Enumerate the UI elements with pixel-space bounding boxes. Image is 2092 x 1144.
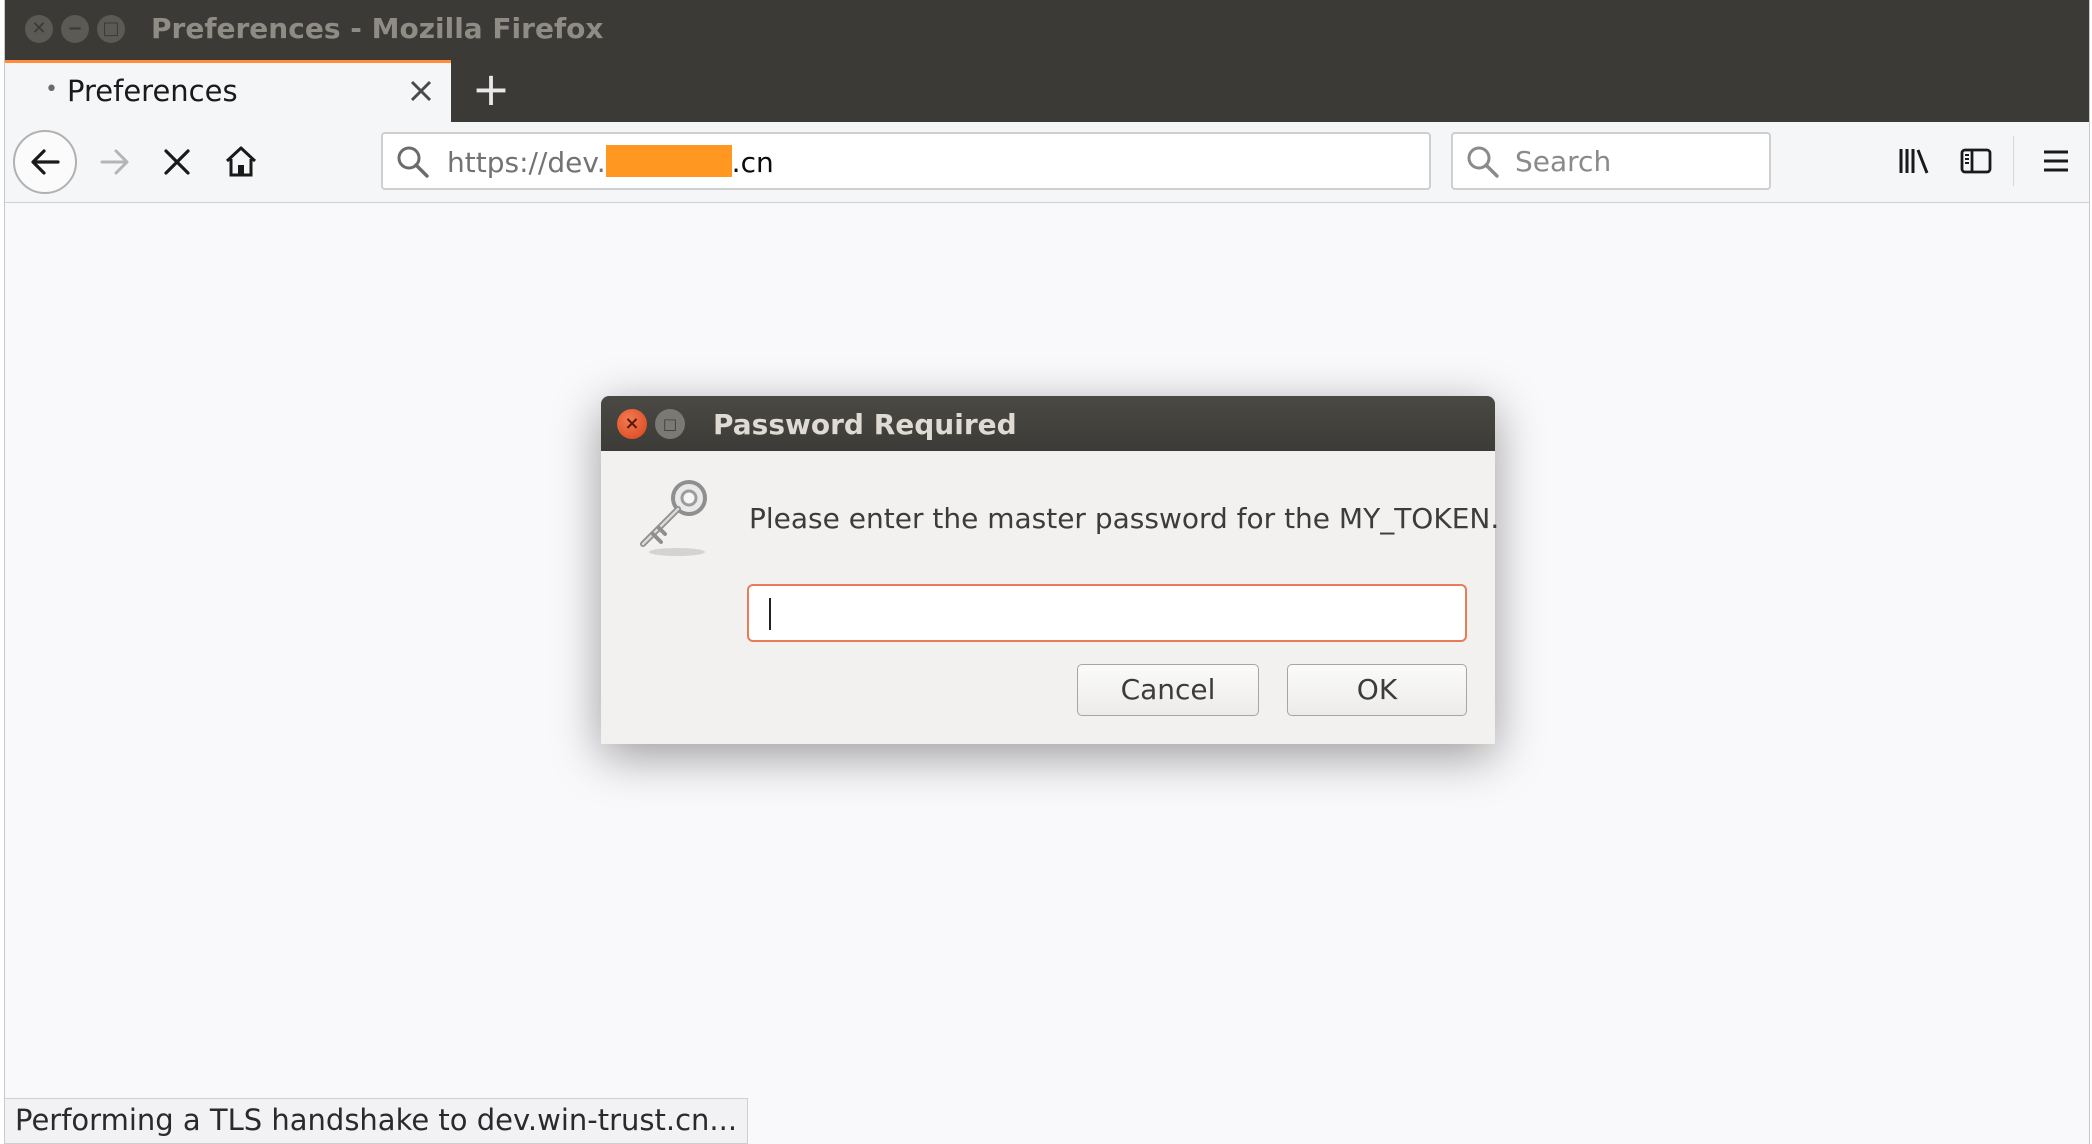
window-maximize-icon[interactable]: □ [97, 15, 125, 43]
back-arrow-icon [31, 149, 60, 175]
ok-button[interactable]: OK [1287, 664, 1467, 716]
search-placeholder: Search [1515, 145, 1612, 178]
forward-arrow-icon [100, 149, 129, 175]
key-icon [633, 474, 717, 562]
password-dialog: × □ Password Required Please enter the m… [601, 396, 1499, 744]
home-icon [225, 146, 257, 177]
url-bar[interactable]: https://dev. .cn [381, 132, 1431, 190]
library-icon [1899, 149, 1929, 174]
new-tab-button[interactable]: + [467, 66, 515, 114]
search-bar[interactable]: Search [1451, 132, 1771, 190]
dialog-message: Please enter the master password for the… [749, 502, 1500, 535]
text-caret [769, 598, 771, 630]
navigation-bar: https://dev. .cn Search [5, 122, 2089, 203]
sidebar-button[interactable] [1949, 134, 2003, 188]
search-icon [395, 144, 431, 184]
tab-preferences[interactable]: • Preferences [5, 60, 451, 122]
window-titlebar: ✕ − □ Preferences - Mozilla Firefox [5, 0, 2089, 60]
tab-label: Preferences [67, 74, 238, 108]
url-prefix: https://dev. [447, 146, 606, 179]
browser-window: ✕ − □ Preferences - Mozilla Firefox • Pr… [4, 0, 2090, 1144]
window-title: Preferences - Mozilla Firefox [151, 12, 604, 45]
forward-button[interactable] [85, 132, 145, 192]
plus-icon: + [471, 62, 511, 116]
tab-loading-indicator: • [45, 77, 58, 102]
cancel-button[interactable]: Cancel [1077, 664, 1259, 716]
master-password-field[interactable] [747, 584, 1467, 642]
dialog-maximize-icon[interactable]: □ [655, 409, 685, 439]
window-close-icon[interactable]: ✕ [25, 15, 53, 43]
stop-icon [164, 149, 190, 175]
tab-strip: • Preferences + [5, 60, 2089, 122]
dialog-title: Password Required [713, 408, 1017, 441]
status-bar: Performing a TLS handshake to dev.win-tr… [5, 1098, 749, 1144]
dialog-titlebar: × □ Password Required [601, 396, 1495, 451]
url-text[interactable]: https://dev. .cn [447, 145, 774, 179]
home-button[interactable] [211, 132, 271, 192]
hamburger-menu-icon [2044, 150, 2068, 172]
back-button[interactable] [13, 130, 77, 194]
url-redaction [605, 145, 732, 177]
menu-button[interactable] [2029, 134, 2083, 188]
search-icon [1465, 144, 1501, 184]
toolbar-separator [2013, 136, 2014, 186]
sidebar-icon [1960, 148, 1992, 174]
dialog-close-icon[interactable]: × [617, 409, 647, 439]
library-button[interactable] [1887, 134, 1941, 188]
stop-button[interactable] [147, 132, 207, 192]
close-icon[interactable] [403, 71, 439, 111]
window-minimize-icon[interactable]: − [61, 15, 89, 43]
url-suffix: .cn [731, 146, 774, 179]
